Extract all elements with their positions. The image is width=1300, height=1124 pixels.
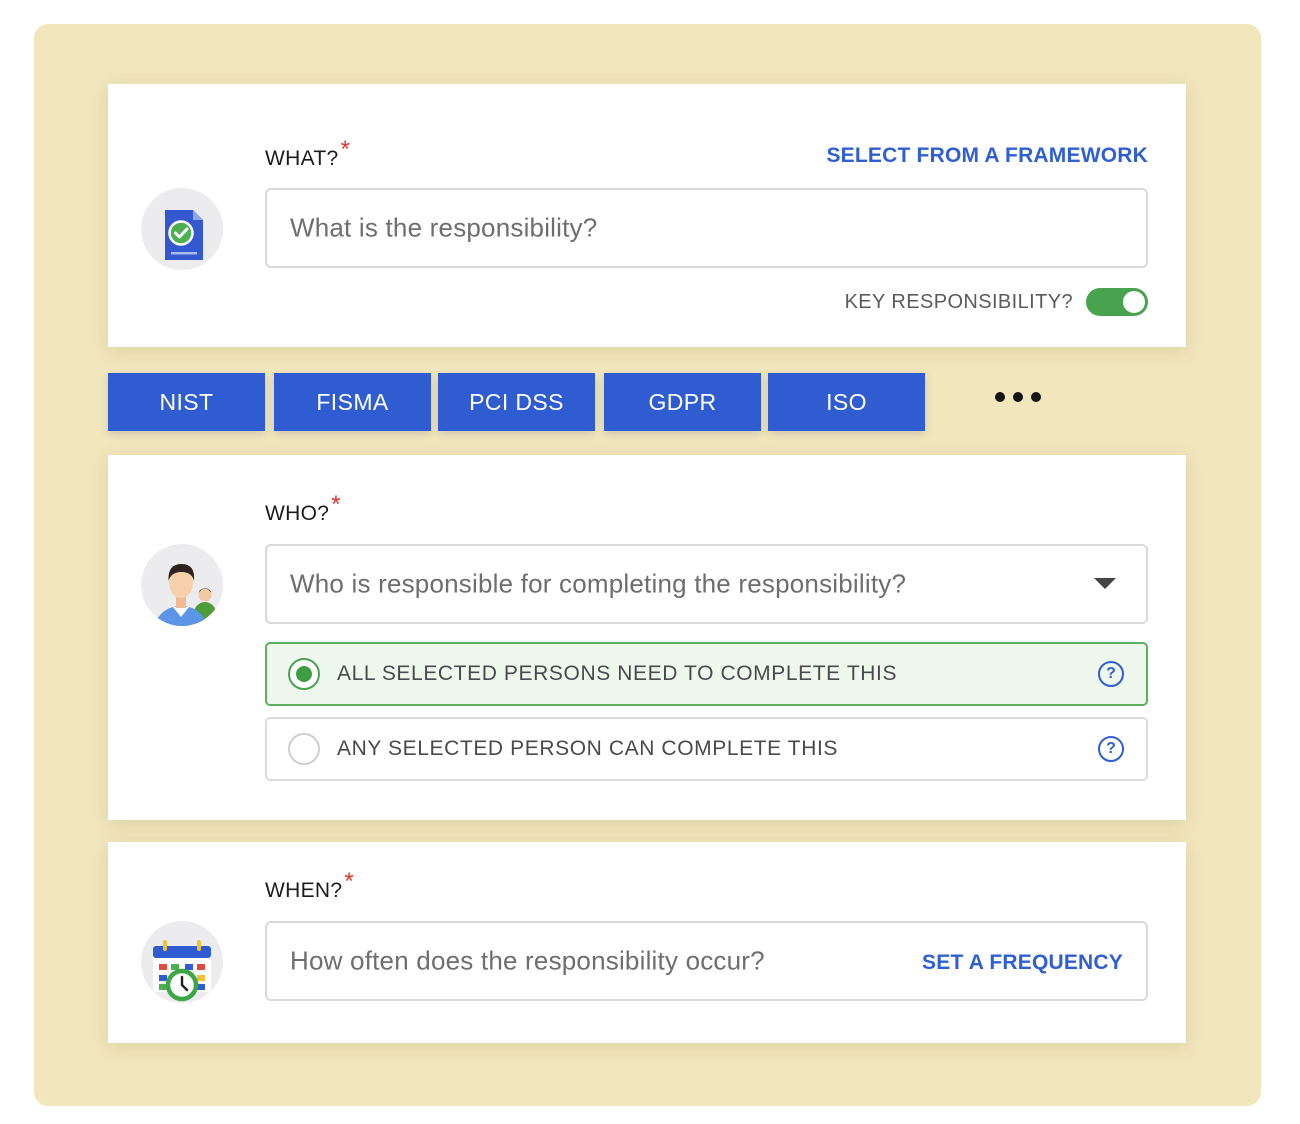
key-responsibility-label: KEY RESPONSIBILITY?	[844, 290, 1073, 313]
tag-iso[interactable]: ISO	[768, 373, 925, 431]
key-responsibility-toggle[interactable]	[1086, 288, 1148, 316]
radio-unselected[interactable]	[288, 733, 320, 765]
who-select[interactable]: Who is responsible for completing the re…	[265, 544, 1148, 624]
option-all-persons-label: ALL SELECTED PERSONS NEED TO COMPLETE TH…	[337, 662, 898, 685]
when-input[interactable]: How often does the responsibility occur?…	[265, 921, 1148, 1001]
tag-pci-dss[interactable]: PCI DSS	[438, 373, 595, 431]
calendar-clock-icon	[141, 921, 223, 1003]
option-all-persons[interactable]: ALL SELECTED PERSONS NEED TO COMPLETE TH…	[265, 642, 1148, 706]
help-icon[interactable]: ?	[1098, 736, 1124, 762]
document-check-icon	[141, 188, 223, 270]
tag-nist[interactable]: NIST	[108, 373, 265, 431]
required-mark: *	[340, 136, 351, 163]
who-label: WHO?*	[265, 491, 341, 525]
select-framework-link[interactable]: SELECT FROM A FRAMEWORK	[826, 144, 1148, 168]
when-card: WHEN?* How often does the responsibility…	[108, 842, 1186, 1043]
option-any-person[interactable]: ANY SELECTED PERSON CAN COMPLETE THIS ?	[265, 717, 1148, 781]
what-label: WHAT?*	[265, 136, 351, 170]
radio-selected[interactable]	[288, 658, 320, 690]
who-select-placeholder: Who is responsible for completing the re…	[290, 568, 907, 599]
tag-gdpr[interactable]: GDPR	[604, 373, 761, 431]
tag-fisma[interactable]: FISMA	[274, 373, 431, 431]
what-card: WHAT?* SELECT FROM A FRAMEWORK What is t…	[108, 84, 1186, 347]
option-any-person-label: ANY SELECTED PERSON CAN COMPLETE THIS	[337, 737, 839, 760]
required-mark: *	[344, 868, 354, 895]
when-label: WHEN?*	[265, 868, 354, 902]
required-mark: *	[331, 491, 341, 518]
what-input[interactable]: What is the responsibility?	[265, 188, 1148, 268]
chevron-down-icon	[1094, 578, 1116, 589]
people-icon	[141, 544, 223, 626]
when-input-placeholder: How often does the responsibility occur?	[290, 945, 765, 976]
who-card: WHO?* Who is responsible for completing …	[108, 455, 1186, 820]
more-horizontal-icon[interactable]	[995, 385, 1041, 409]
toggle-knob	[1123, 291, 1145, 313]
what-input-placeholder: What is the responsibility?	[290, 212, 598, 243]
key-responsibility-row: KEY RESPONSIBILITY?	[845, 287, 1148, 317]
help-icon[interactable]: ?	[1098, 661, 1124, 687]
set-frequency-link[interactable]: SET A FREQUENCY	[922, 951, 1123, 975]
